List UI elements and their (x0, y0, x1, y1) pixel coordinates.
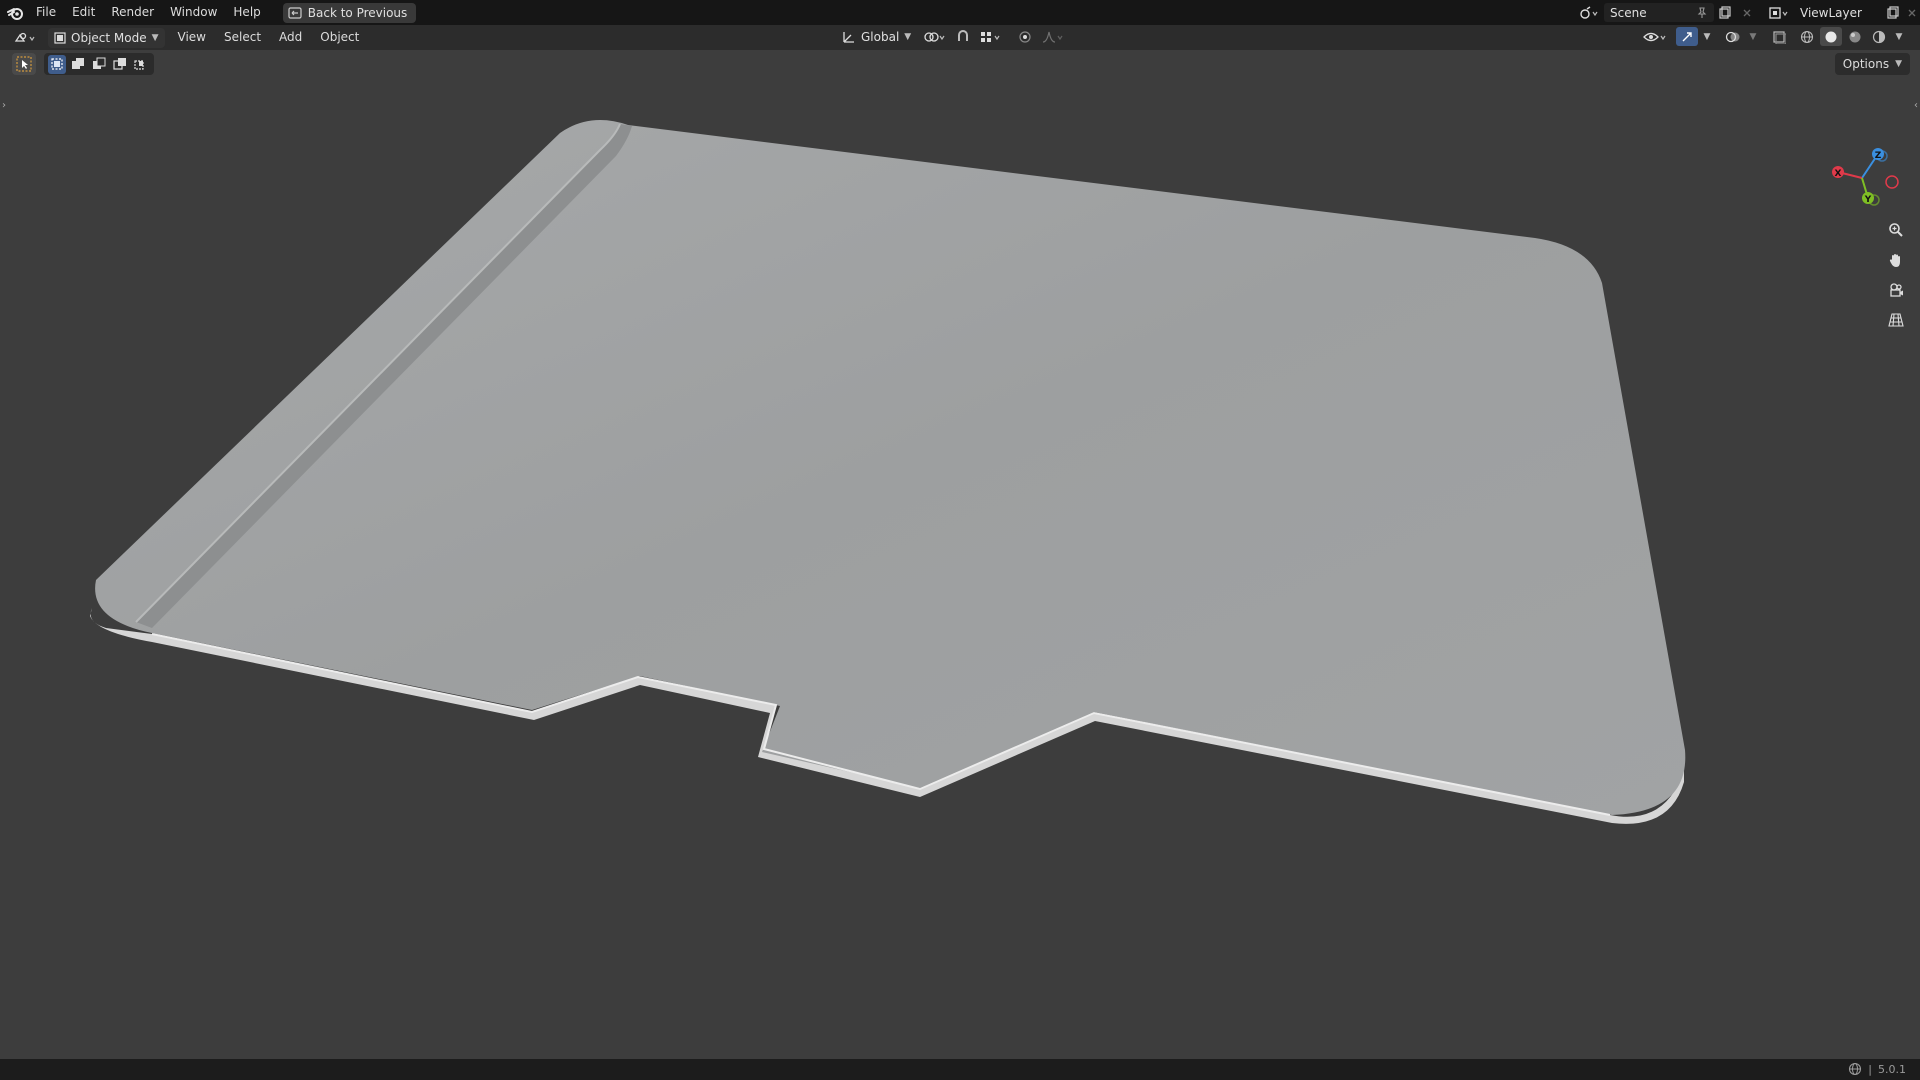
select-new-icon[interactable] (48, 54, 66, 74)
x-negative-handle[interactable] (1885, 175, 1899, 189)
select-tool-button[interactable] (12, 53, 36, 75)
view-layer-name: ViewLayer (1800, 5, 1862, 20)
menu-window[interactable]: Window (162, 0, 225, 25)
screen-back-icon (288, 6, 302, 19)
wireframe-shading-icon[interactable] (1796, 27, 1818, 46)
cursor-select-icon (16, 56, 32, 72)
pivot-point-icon[interactable] (921, 28, 949, 47)
view-layer-name-field[interactable]: ViewLayer (1794, 3, 1882, 22)
navigation-gizmo[interactable]: Z X Y (1822, 142, 1902, 212)
viewport-navigation-buttons (1882, 218, 1910, 332)
view-layer-selector-icon[interactable] (1764, 3, 1794, 22)
snap-target-icon[interactable] (977, 28, 1005, 47)
delete-scene-icon[interactable] (1736, 3, 1758, 22)
chevron-down-icon[interactable]: ▼ (1700, 27, 1714, 46)
xray-toggle-icon[interactable] (1768, 27, 1790, 46)
camera-view-icon[interactable] (1882, 278, 1910, 302)
header-menu-view[interactable]: View (169, 25, 215, 50)
top-menu-bar: File Edit Render Window Help Back to Pre… (0, 0, 1920, 25)
menu-render[interactable]: Render (103, 0, 162, 25)
transform-tools: Global ▼ (836, 27, 1067, 47)
version-number: 5.0.1 (1878, 1062, 1906, 1076)
object-mode-icon (54, 31, 66, 44)
header-menu-object[interactable]: Object (311, 25, 368, 50)
snap-toggle-icon[interactable] (953, 28, 973, 47)
header-menu-select[interactable]: Select (215, 25, 270, 50)
editor-type-icon[interactable] (10, 28, 42, 47)
select-subtract-icon[interactable] (90, 55, 108, 74)
expand-sidebar-icon[interactable]: ‹ (1914, 100, 1918, 111)
back-to-previous-label: Back to Previous (307, 5, 408, 20)
chevron-down-icon[interactable]: ▼ (1746, 27, 1760, 46)
blender-logo-icon[interactable] (2, 0, 28, 25)
select-intersect-icon[interactable] (132, 55, 150, 74)
object-mode-label: Object Mode (71, 30, 147, 45)
zoom-icon[interactable] (1882, 218, 1910, 242)
header-menu-add[interactable]: Add (270, 25, 311, 50)
pin-icon[interactable] (1696, 6, 1708, 19)
viewport-shading-tools: ▼ ▼ ▼ (1640, 27, 1906, 46)
chevron-down-icon: ▼ (151, 32, 159, 43)
orientation-axes-icon (843, 32, 854, 43)
select-extend-icon[interactable] (69, 55, 87, 74)
viewport-header: Object Mode ▼ View Select Add Object Glo… (0, 25, 1920, 50)
status-bar: | 5.0.1 (0, 1059, 1920, 1080)
plate-top-face (95, 120, 1686, 815)
version-info: | 5.0.1 (1848, 1062, 1906, 1076)
falloff-curve-icon[interactable] (1039, 28, 1067, 47)
chevron-down-icon[interactable]: ▼ (1892, 27, 1906, 46)
x-axis-label: X (1835, 169, 1842, 179)
pan-hand-icon[interactable] (1882, 248, 1910, 272)
y-axis-label: Y (1864, 195, 1872, 205)
selection-mode-group (44, 53, 154, 75)
scene-name: Scene (1610, 5, 1647, 20)
overlays-icon[interactable] (1722, 27, 1744, 46)
solid-shading-icon[interactable] (1820, 27, 1842, 46)
chevron-down-icon: ▼ (1895, 59, 1902, 69)
3d-viewport[interactable]: › ‹ Z X Y (0, 50, 1920, 1059)
proportional-editing-icon[interactable] (1015, 28, 1035, 47)
perspective-grid-icon[interactable] (1882, 308, 1910, 332)
delete-view-layer-icon[interactable] (1904, 3, 1920, 22)
z-axis-label: Z (1875, 151, 1882, 161)
tool-settings-row (12, 53, 154, 75)
menu-help[interactable]: Help (225, 0, 268, 25)
network-globe-icon (1849, 1062, 1862, 1076)
transform-orientation-dropdown[interactable]: Global ▼ (836, 27, 917, 47)
options-dropdown[interactable]: Options ▼ (1834, 53, 1910, 75)
new-scene-icon[interactable] (1714, 3, 1736, 22)
scene-name-field[interactable]: Scene (1604, 3, 1714, 22)
select-invert-icon[interactable] (111, 55, 129, 74)
back-to-previous-button[interactable]: Back to Previous (282, 2, 417, 23)
rendered-shading-icon[interactable] (1868, 27, 1890, 46)
menu-file[interactable]: File (28, 0, 64, 25)
menu-edit[interactable]: Edit (64, 0, 103, 25)
options-label: Options (1842, 57, 1890, 71)
visibility-eye-icon[interactable] (1640, 27, 1670, 46)
expand-toolbar-icon[interactable]: › (2, 100, 6, 111)
status-separator: | (1868, 1062, 1872, 1076)
mesh-object[interactable] (0, 50, 1920, 1059)
object-mode-dropdown[interactable]: Object Mode ▼ (48, 27, 165, 48)
chevron-down-icon: ▼ (904, 32, 912, 42)
scene-selector-icon[interactable] (1574, 3, 1604, 22)
gizmo-toggle-icon[interactable] (1676, 27, 1698, 46)
transform-orientation-label: Global (861, 30, 900, 44)
top-right-controls: Scene ViewLayer (1574, 0, 1920, 25)
material-preview-shading-icon[interactable] (1844, 27, 1866, 46)
new-view-layer-icon[interactable] (1882, 3, 1904, 22)
